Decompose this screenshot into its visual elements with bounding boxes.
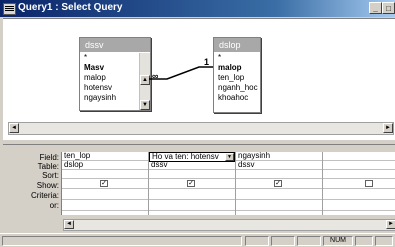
or-cell[interactable] [323, 200, 395, 211]
status-message-panel [2, 236, 242, 246]
window-title: Query1 : Select Query [18, 2, 123, 13]
row-label-or: or: [49, 201, 59, 210]
show-checkbox[interactable] [365, 180, 373, 187]
row-label-show: Show: [36, 181, 59, 190]
relationship-line[interactable] [3, 19, 395, 139]
num-lock-indicator: NUM [323, 236, 353, 246]
scroll-right-icon[interactable]: ► [383, 123, 393, 133]
show-cell[interactable]: ✓ [149, 179, 235, 189]
sort-cell[interactable] [323, 170, 395, 179]
sort-cell[interactable] [149, 170, 235, 179]
table-cell[interactable]: dslop [62, 161, 148, 170]
field-cell[interactable] [323, 152, 395, 161]
restore-button[interactable]: □ [382, 2, 395, 14]
row-label-table: Table: [37, 162, 59, 171]
show-checkbox[interactable]: ✓ [187, 180, 195, 187]
grid-column: Ho va ten: hotensv ▼ dssv ✓ [149, 152, 236, 215]
scroll-right-icon[interactable]: ► [386, 220, 395, 229]
grid-column [323, 152, 395, 215]
dropdown-arrow-icon[interactable]: ▼ [225, 153, 234, 161]
design-grid: Field: Table: Sort: Show: Criteria: or: … [3, 145, 395, 231]
title-bar: Query1 : Select Query _ □ [0, 0, 395, 17]
row-label-field: Field: [39, 153, 59, 162]
grid-horizontal-scrollbar[interactable]: ◄ ► [63, 219, 395, 231]
status-panel [375, 236, 393, 246]
status-bar: NUM [0, 233, 395, 247]
sort-cell[interactable] [62, 170, 148, 179]
many-side-label: ∞ [152, 71, 159, 81]
criteria-cell[interactable] [236, 189, 322, 200]
criteria-cell[interactable] [323, 189, 395, 200]
show-cell[interactable]: ✓ [236, 179, 322, 189]
scroll-left-icon[interactable]: ◄ [64, 220, 74, 229]
show-checkbox[interactable]: ✓ [274, 180, 282, 187]
grid-column: ten_lop dslop ✓ [62, 152, 149, 215]
show-checkbox[interactable]: ✓ [100, 180, 108, 187]
query-icon [3, 3, 16, 15]
field-cell-value: Ho va ten: hotensv [152, 152, 219, 161]
status-panel [245, 236, 269, 246]
field-cell[interactable]: ngaysinh [236, 152, 322, 161]
criteria-cell[interactable] [149, 189, 235, 200]
table-cell[interactable]: dssv [149, 161, 235, 170]
upper-horizontal-scrollbar[interactable]: ◄ ► [8, 122, 394, 135]
one-side-label: 1 [204, 57, 210, 67]
table-cell[interactable] [323, 161, 395, 170]
show-cell[interactable]: ✓ [62, 179, 148, 189]
table-cell[interactable]: dssv [236, 161, 322, 170]
row-labels: Field: Table: Sort: Show: Criteria: or: [3, 145, 59, 225]
field-cell[interactable]: ten_lop [62, 152, 148, 161]
table-pane: dssv * Masv malop hotensv ngaysinh ▲ ▼ d… [3, 18, 395, 139]
show-cell[interactable] [323, 179, 395, 189]
row-label-sort: Sort: [42, 171, 59, 180]
grid-columns: ten_lop dslop ✓ Ho va ten: hotensv ▼ dss… [61, 152, 395, 215]
sort-cell[interactable] [236, 170, 322, 179]
minimize-button[interactable]: _ [369, 2, 382, 14]
row-label-criteria: Criteria: [30, 191, 59, 200]
status-panel [271, 236, 295, 246]
scroll-left-icon[interactable]: ◄ [9, 123, 19, 133]
or-cell[interactable] [62, 200, 148, 211]
criteria-cell[interactable] [62, 189, 148, 200]
or-cell[interactable] [236, 200, 322, 211]
or-cell[interactable] [149, 200, 235, 211]
status-panel [355, 236, 373, 246]
status-panel [297, 236, 321, 246]
grid-column: ngaysinh dssv ✓ [236, 152, 323, 215]
